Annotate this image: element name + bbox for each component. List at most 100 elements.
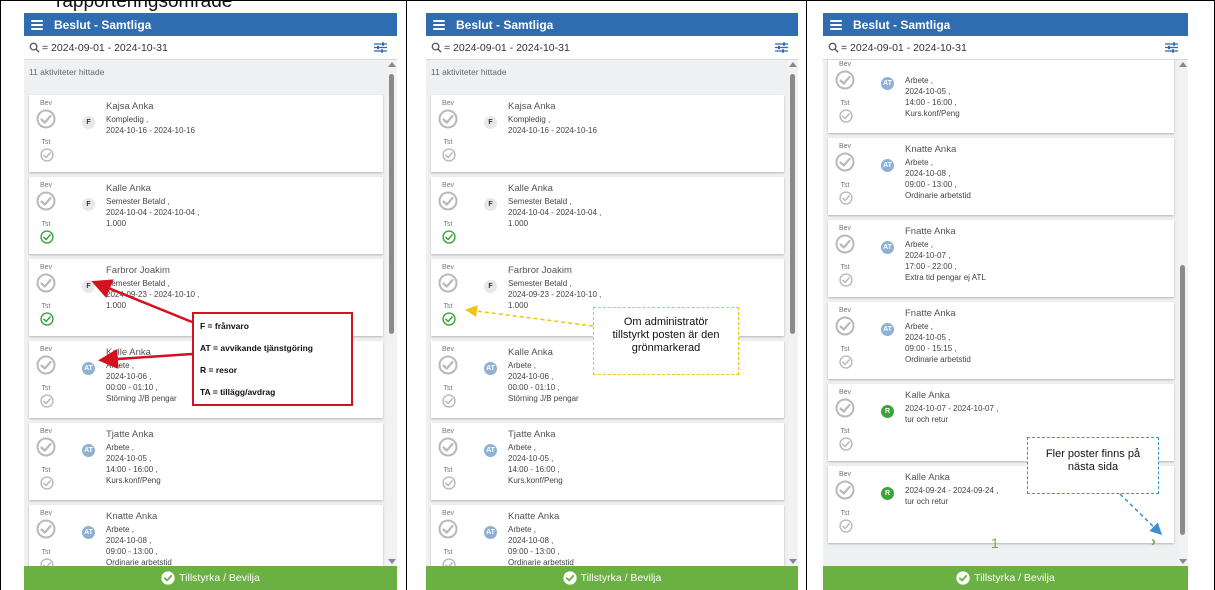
approve-button[interactable]: Tillstyrka / Bevilja bbox=[24, 566, 397, 590]
scrollbar[interactable] bbox=[387, 60, 397, 566]
activity-card[interactable]: Bev Tst AT Fnatte Anka Arbete , 2024-10-05 , 0… bbox=[828, 302, 1174, 379]
scroll-up-arrow-icon[interactable] bbox=[789, 62, 797, 67]
bev-check-icon[interactable] bbox=[438, 109, 458, 129]
tst-check-icon[interactable] bbox=[40, 558, 54, 566]
person-name: Tjatte Anka bbox=[508, 429, 556, 440]
activity-card[interactable]: Bev Tst F Kalle Anka Semester Betald , 2024-1… bbox=[431, 177, 784, 254]
bev-check-icon[interactable] bbox=[36, 437, 56, 457]
bev-check-icon[interactable] bbox=[36, 191, 56, 211]
scroll-down-arrow-icon[interactable] bbox=[388, 559, 396, 564]
tst-label: Tst bbox=[41, 467, 51, 474]
tst-check-icon[interactable] bbox=[442, 312, 456, 326]
date-filter-bar[interactable]: = 2024-09-01 - 2024-10-31 bbox=[24, 36, 397, 60]
scrollbar[interactable] bbox=[1178, 60, 1188, 566]
tst-check-icon[interactable] bbox=[839, 273, 853, 287]
phone-screen-3: Beslut - Samtliga = 2024-09-01 - 2024-10-… bbox=[823, 13, 1188, 590]
activity-type-badge: AT bbox=[484, 362, 497, 375]
phone-screen-1: Beslut - Samtliga = 2024-09-01 - 2024-10-… bbox=[24, 13, 397, 590]
activity-type-badge: R bbox=[881, 487, 894, 500]
bev-label: Bev bbox=[441, 510, 455, 517]
check-circle-icon bbox=[161, 571, 175, 585]
filter-sliders-icon[interactable] bbox=[1165, 42, 1178, 53]
activity-card[interactable]: Bev Tst AT Knatte Anka Arbete , 2024-10-08 , 0… bbox=[828, 138, 1174, 215]
filter-sliders-icon[interactable] bbox=[775, 42, 788, 53]
tst-check-icon[interactable] bbox=[839, 437, 853, 451]
bev-check-icon[interactable] bbox=[835, 480, 855, 500]
approve-button[interactable]: Tillstyrka / Bevilja bbox=[426, 566, 798, 590]
bev-check-icon[interactable] bbox=[36, 519, 56, 539]
activity-card[interactable]: Bev Tst AT Arbete , 2024-10-05 , 14:00 - 16:0… bbox=[828, 60, 1174, 133]
tst-check-icon[interactable] bbox=[442, 558, 456, 566]
bev-label: Bev bbox=[39, 510, 53, 517]
card-detail-line: 17:00 - 22:00 , bbox=[905, 262, 957, 271]
card-detail-line: Arbete , bbox=[508, 525, 537, 534]
activity-card[interactable]: Bev Tst AT Fnatte Anka Arbete , 2024-10-07 , 1… bbox=[828, 220, 1174, 297]
scrollbar-thumb[interactable] bbox=[790, 74, 795, 334]
bev-label: Bev bbox=[838, 471, 852, 478]
tst-check-icon[interactable] bbox=[442, 148, 456, 162]
bev-check-icon[interactable] bbox=[36, 109, 56, 129]
tst-check-icon[interactable] bbox=[839, 109, 853, 123]
card-detail-line: 2024-10-04 - 2024-10-04 , bbox=[508, 208, 602, 217]
tst-check-icon[interactable] bbox=[839, 355, 853, 369]
bev-check-icon[interactable] bbox=[36, 355, 56, 375]
bev-check-icon[interactable] bbox=[438, 273, 458, 293]
scrollbar[interactable] bbox=[788, 60, 798, 566]
card-detail-line: 2024-10-08 , bbox=[508, 536, 554, 545]
scrollbar-thumb[interactable] bbox=[1180, 265, 1185, 535]
bev-check-icon[interactable] bbox=[438, 437, 458, 457]
activity-card[interactable]: Bev Tst F Kalle Anka Semester Betald , 2024-1… bbox=[29, 177, 383, 254]
bev-check-icon[interactable] bbox=[835, 316, 855, 336]
activity-card[interactable]: Bev Tst AT Tjatte Anka Arbete , 2024-10-05 , 1… bbox=[29, 423, 383, 500]
card-detail-line: Arbete , bbox=[905, 158, 934, 167]
card-detail-line: Semester Betald , bbox=[508, 279, 572, 288]
tst-label: Tst bbox=[443, 303, 453, 310]
tst-check-icon[interactable] bbox=[40, 394, 54, 408]
tst-check-icon[interactable] bbox=[40, 230, 54, 244]
scroll-down-arrow-icon[interactable] bbox=[789, 559, 797, 564]
bev-check-icon[interactable] bbox=[835, 152, 855, 172]
chevron-right-icon[interactable]: › bbox=[1151, 533, 1156, 550]
activity-type-badge: AT bbox=[881, 159, 894, 172]
bev-check-icon[interactable] bbox=[835, 234, 855, 254]
bev-check-icon[interactable] bbox=[438, 519, 458, 539]
tst-check-icon[interactable] bbox=[442, 230, 456, 244]
tst-check-icon[interactable] bbox=[40, 312, 54, 326]
date-filter-bar[interactable]: = 2024-09-01 - 2024-10-31 bbox=[823, 36, 1188, 60]
tst-check-icon[interactable] bbox=[40, 476, 54, 490]
tst-check-icon[interactable] bbox=[442, 476, 456, 490]
more-pages-callout: Fler poster finns på nästa sida bbox=[1027, 437, 1159, 494]
hamburger-icon[interactable] bbox=[31, 19, 43, 30]
card-detail-line: Kurs.konf/Peng bbox=[106, 476, 161, 485]
hamburger-icon[interactable] bbox=[830, 19, 842, 30]
scroll-up-arrow-icon[interactable] bbox=[388, 62, 396, 67]
bev-check-icon[interactable] bbox=[438, 191, 458, 211]
activity-card[interactable]: Bev Tst F Kajsa Anka Kompledig , 2024-10-16 -… bbox=[431, 95, 784, 172]
activity-card[interactable]: Bev Tst AT Knatte Anka Arbete , 2024-10-08 , 0… bbox=[431, 505, 784, 566]
activity-card[interactable]: Bev Tst AT Tjatte Anka Arbete , 2024-10-05 , 1… bbox=[431, 423, 784, 500]
card-detail-line: Arbete , bbox=[508, 443, 537, 452]
scroll-down-arrow-icon[interactable] bbox=[1179, 559, 1187, 564]
approved-callout-line-3: grönmarkerad bbox=[631, 342, 701, 354]
person-name: Kajsa Anka bbox=[106, 101, 154, 112]
tst-check-icon[interactable] bbox=[40, 148, 54, 162]
page-number[interactable]: 1 bbox=[991, 535, 999, 551]
scroll-up-arrow-icon[interactable] bbox=[1179, 62, 1187, 67]
activity-card[interactable]: Bev Tst F Kajsa Anka Kompledig , 2024-10-16 -… bbox=[29, 95, 383, 172]
person-name: Kalle Anka bbox=[905, 390, 950, 401]
bev-check-icon[interactable] bbox=[835, 70, 855, 90]
activity-type-badge: R bbox=[881, 405, 894, 418]
activity-card[interactable]: Bev Tst AT Knatte Anka Arbete , 2024-10-08 , 0… bbox=[29, 505, 383, 566]
tst-check-icon[interactable] bbox=[839, 519, 853, 533]
date-filter-bar[interactable]: = 2024-09-01 - 2024-10-31 bbox=[426, 36, 798, 60]
bev-check-icon[interactable] bbox=[438, 355, 458, 375]
card-detail-line: Arbete , bbox=[106, 525, 135, 534]
approve-button[interactable]: Tillstyrka / Bevilja bbox=[823, 566, 1188, 590]
tst-check-icon[interactable] bbox=[839, 191, 853, 205]
bev-check-icon[interactable] bbox=[36, 273, 56, 293]
bev-check-icon[interactable] bbox=[835, 398, 855, 418]
filter-sliders-icon[interactable] bbox=[374, 42, 387, 53]
tst-check-icon[interactable] bbox=[442, 394, 456, 408]
scrollbar-thumb[interactable] bbox=[389, 74, 394, 334]
hamburger-icon[interactable] bbox=[433, 19, 445, 30]
